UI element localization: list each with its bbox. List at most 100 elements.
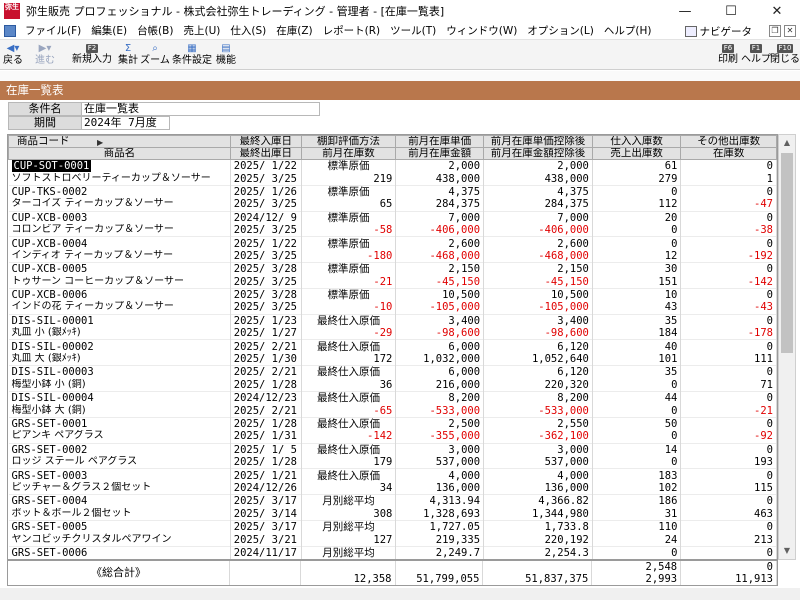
other-out-qty-cell: 0 xyxy=(680,416,777,431)
menu-bar: ファイル(F) 編集(E) 台帳(B) 売上(U) 仕入(S) 在庫(Z) レポ… xyxy=(0,22,800,40)
header-valuation-method[interactable]: 棚卸評価方法 xyxy=(300,135,397,148)
table-row[interactable]: ヤンコビッチクリスタルペアワイン 2025/ 3/21 127 219,335 220,… xyxy=(8,533,777,547)
last-in-date-cell: 2025/ 1/22 xyxy=(230,159,302,173)
scroll-up-icon[interactable]: ▲ xyxy=(779,135,795,151)
table-row[interactable]: GRS-SET-0002 2025/ 1/ 5 最終仕入原価 3,000 3,000 14… xyxy=(8,442,777,456)
header-stock-qty[interactable]: 在庫数 xyxy=(680,147,777,160)
table-row[interactable]: 丸皿 大 (銀ﾒｯｷ) 2025/ 1/30 172 1,032,000 1,052,6… xyxy=(8,352,777,366)
purchase-qty-cell: 0 xyxy=(592,184,682,199)
function-button[interactable]: ▤ 機能 xyxy=(214,41,238,69)
menu-options[interactable]: オプション(L) xyxy=(522,23,599,38)
purchase-qty-cell: 186 xyxy=(592,494,682,508)
minimize-button[interactable]: — xyxy=(662,0,708,22)
header-product-code[interactable]: 商品コード xyxy=(8,135,231,148)
table-row[interactable]: CUP-SOT-0001 2025/ 1/22 標準原価 2,000 2,000 61 0 xyxy=(8,159,777,173)
table-row[interactable]: CUP-XCB-0006 2025/ 3/28 標準原価 10,500 10,500 10… xyxy=(8,287,777,302)
table-row[interactable]: 梅型小鉢 小 (銅) 2025/ 1/28 36 216,000 220,320 0 71 xyxy=(8,378,777,392)
other-out-qty-cell: 0 xyxy=(680,391,777,405)
prev-qty-cell: 65 xyxy=(301,198,397,212)
product-code-cell: CUP-XCB-0004 xyxy=(8,236,231,250)
header-prev-amount-after[interactable]: 前月在庫金額控除後 xyxy=(483,147,593,160)
table-row[interactable]: GRS-SET-0005 2025/ 3/17 月別総平均 1,727.05 1,733… xyxy=(8,519,777,534)
table-row[interactable]: GRS-SET-0004 2025/ 3/17 月別総平均 4,313.94 4,366… xyxy=(8,494,777,508)
purchase-qty-cell: 0 xyxy=(592,236,682,250)
close-child-button[interactable]: ✕ xyxy=(784,25,796,37)
purchase-qty-cell: 44 xyxy=(592,391,682,405)
new-entry-button[interactable]: F2 新規入力 xyxy=(70,41,114,69)
header-last-out-date[interactable]: 最終出庫日 xyxy=(229,147,302,160)
scroll-thumb[interactable] xyxy=(781,153,793,353)
table-row[interactable]: GRS-SET-0001 2025/ 1/28 最終仕入原価 2,500 2,550 50… xyxy=(8,416,777,431)
header-prev-unit-price[interactable]: 前月在庫単価 xyxy=(395,135,485,148)
inventory-grid[interactable]: ▶ 商品コード 最終入庫日 棚卸評価方法 前月在庫単価 前月在庫単価控除後 仕入… xyxy=(7,134,778,560)
table-row[interactable]: ピアンキ ペアグラス 2025/ 1/31 -142 -355,000 -362,100… xyxy=(8,430,777,444)
vertical-scrollbar[interactable]: ▲ ▼ xyxy=(778,134,796,560)
back-button[interactable]: ◀▾ 戻る xyxy=(2,41,24,69)
header-product-name[interactable]: 商品名 xyxy=(8,147,231,160)
aggregate-button[interactable]: Σ 集計 xyxy=(116,41,140,69)
last-out-date-cell: 2025/ 3/14 xyxy=(230,507,302,521)
header-last-in-date[interactable]: 最終入庫日 xyxy=(229,135,302,148)
table-row[interactable]: DIS-SIL-00003 2025/ 2/21 最終仕入原価 6,000 6,120 3… xyxy=(8,365,777,379)
scroll-down-icon[interactable]: ▼ xyxy=(779,543,795,559)
valuation-method-cell: 月別総平均 xyxy=(301,519,397,534)
condition-settings-button[interactable]: ▦ 条件設定 xyxy=(170,41,214,69)
prev-amount-cell: -533,000 xyxy=(395,404,485,418)
menu-inventory[interactable]: 在庫(Z) xyxy=(271,23,317,38)
table-row[interactable]: 丸皿 小 (銀ﾒｯｷ) 2025/ 1/27 -29 -98,600 -98,600 18… xyxy=(8,327,777,340)
close-button[interactable]: F10 閉じる xyxy=(770,41,800,69)
menu-sales[interactable]: 売上(U) xyxy=(178,23,225,38)
table-row[interactable]: CUP-XCB-0004 2025/ 1/22 標準原価 2,600 2,600 0 0 xyxy=(8,236,777,250)
menu-window[interactable]: ウィンドウ(W) xyxy=(441,23,522,38)
table-row[interactable]: インディオ ティーカップ＆ソーサー 2025/ 3/25 -180 -468,000-… xyxy=(8,249,777,263)
menu-edit[interactable]: 編集(E) xyxy=(86,23,132,38)
header-prev-unit-price-after[interactable]: 前月在庫単価控除後 xyxy=(483,135,593,148)
prev-qty-cell: 308 xyxy=(301,507,397,521)
forward-button[interactable]: ▶▾ 進む xyxy=(32,41,58,69)
document-icon[interactable] xyxy=(4,24,16,37)
table-row[interactable]: ピッチャー＆グラス２個セット 2024/12/26 34 136,000 136,000… xyxy=(8,481,777,495)
menu-tools[interactable]: ツール(T) xyxy=(385,23,441,38)
header-other-out-qty[interactable]: その他出庫数 xyxy=(680,135,777,148)
table-row[interactable]: DIS-SIL-00004 2024/12/23 最終仕入原価 8,200 8,200 4… xyxy=(8,391,777,405)
table-row[interactable]: GRS-SET-0006 2024/11/17 月別総平均 2,249.7 2,254.… xyxy=(8,545,777,559)
selected-product-code[interactable]: CUP-SOT-0001 xyxy=(11,160,92,173)
table-row[interactable]: GRS-SET-0003 2025/ 1/21 最終仕入原価 4,000 4,000 18… xyxy=(8,468,777,482)
menu-report[interactable]: レポート(R) xyxy=(318,23,386,38)
product-code-cell: DIS-SIL-00001 xyxy=(8,313,231,328)
header-purchase-qty[interactable]: 仕入入庫数 xyxy=(591,135,682,148)
menu-file[interactable]: ファイル(F) xyxy=(20,23,86,38)
horizontal-scrollbar[interactable] xyxy=(0,588,800,600)
prev-unit-price-after-cell: 3,000 xyxy=(483,442,593,456)
prev-unit-price-after-cell: 7,000 xyxy=(483,210,593,224)
maximize-button[interactable]: ☐ xyxy=(708,0,754,22)
zoom-button[interactable]: ⌕ ズーム xyxy=(140,41,170,69)
table-row[interactable]: ポット＆ボール２個セット 2025/ 3/14 308 1,328,693 1,344,… xyxy=(8,507,777,521)
close-window-button[interactable]: ✕ xyxy=(754,0,800,22)
table-row[interactable]: ソフトストロベリーティーカップ＆ソーサー 2025/ 3/25 219 438,000… xyxy=(8,172,777,186)
menu-ledger[interactable]: 台帳(B) xyxy=(132,23,178,38)
menu-purchase[interactable]: 仕入(S) xyxy=(225,23,271,38)
table-row[interactable]: CUP-TKS-0002 2025/ 1/26 標準原価 4,375 4,375 0 0 xyxy=(8,184,777,199)
table-row[interactable]: 梅型小鉢 大 (銅) 2025/ 2/21 -65 -533,000 -533,000 0… xyxy=(8,404,777,418)
header-sales-qty[interactable]: 売上出庫数 xyxy=(591,147,682,160)
table-row[interactable]: DIS-SIL-00002 2025/ 2/21 最終仕入原価 6,000 6,120 4… xyxy=(8,339,777,353)
restore-child-button[interactable]: ❐ xyxy=(769,25,781,37)
table-row[interactable]: DIS-SIL-00001 2025/ 1/23 最終仕入原価 3,400 3,400 3… xyxy=(8,313,777,328)
prev-unit-price-after-cell: 2,600 xyxy=(483,236,593,250)
table-row[interactable]: ターコイズ ティーカップ＆ソーサー 2025/ 3/25 65 284,375 284,… xyxy=(8,198,777,212)
table-row[interactable]: CUP-XCB-0003 2024/12/ 9 標準原価 7,000 7,000 20 0 xyxy=(8,210,777,224)
print-button[interactable]: F6 印刷 xyxy=(716,41,740,69)
table-row[interactable]: ロッジ ステール ペアグラス 2025/ 1/28 179 537,000 537,00… xyxy=(8,455,777,469)
filter-icon: ▦ xyxy=(187,43,197,54)
table-row[interactable]: CUP-XCB-0005 2025/ 3/28 標準原価 2,150 2,150 30 0 xyxy=(8,262,777,276)
table-row[interactable]: コロンビア ティーカップ＆ソーサー 2025/ 3/25 -58 -406,000 -4… xyxy=(8,223,777,237)
product-code-cell: GRS-SET-0004 xyxy=(8,494,231,508)
help-button[interactable]: F1 ヘルプ xyxy=(741,41,771,69)
table-row[interactable]: インドの花 ティーカップ＆ソーサー 2025/ 3/25 -10 -105,000 -1… xyxy=(8,301,777,315)
navigator-button[interactable]: ナビゲータ xyxy=(684,24,752,39)
menu-help[interactable]: ヘルプ(H) xyxy=(599,23,657,38)
header-prev-amount[interactable]: 前月在庫金額 xyxy=(395,147,485,160)
header-prev-qty[interactable]: 前月在庫数 xyxy=(300,147,397,160)
table-row[interactable]: トゥサーン コーヒーカップ＆ソーサー 2025/ 3/25 -21 -45,150 -4… xyxy=(8,275,777,289)
